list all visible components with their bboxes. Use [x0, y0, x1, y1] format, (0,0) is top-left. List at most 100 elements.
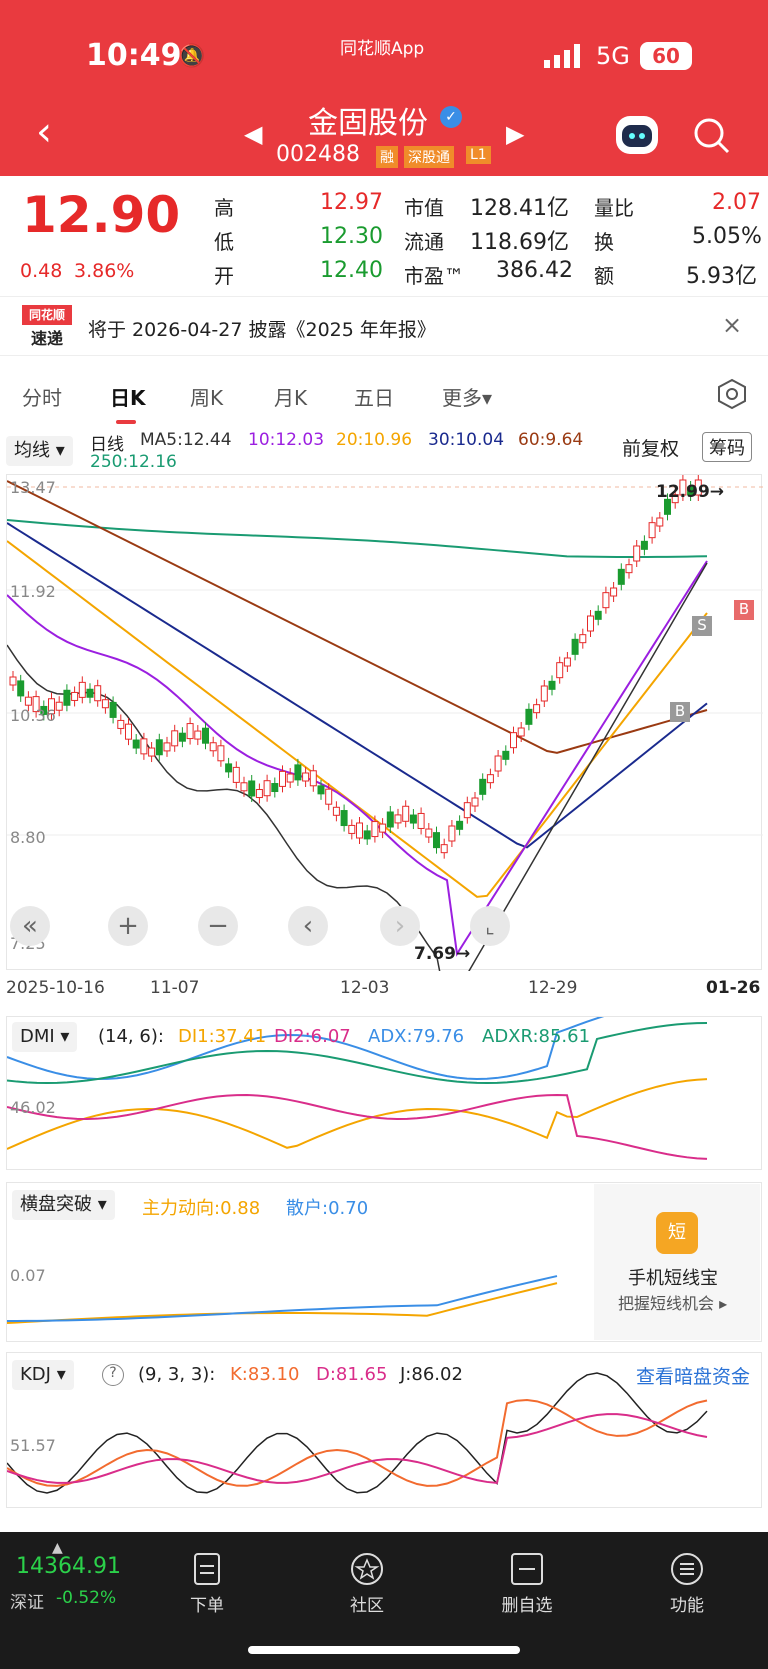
- candle-body: [610, 587, 618, 597]
- y-tick-4: 8.80: [10, 828, 46, 847]
- tab-fiveday[interactable]: 五日: [354, 382, 394, 411]
- candle-body: [363, 830, 371, 840]
- community-button[interactable]: 社区: [322, 1552, 412, 1616]
- ma-selector-label: 均线: [14, 440, 50, 461]
- ma-selector[interactable]: 均线 ▾: [6, 436, 73, 466]
- y-tick-2: 11.92: [10, 582, 56, 601]
- candle-body: [332, 806, 340, 816]
- tab-intraday[interactable]: 分时: [22, 382, 62, 411]
- candle-body: [394, 814, 402, 824]
- retail: 散户:0.70: [286, 1198, 369, 1219]
- dmi-adx: ADX:79.76: [368, 1026, 465, 1047]
- candle-body: [594, 610, 602, 620]
- zoom-in-button[interactable]: +: [108, 906, 148, 946]
- next-stock-icon[interactable]: ▶: [506, 120, 524, 148]
- search-icon[interactable]: [692, 116, 732, 156]
- notice-bar[interactable]: 同花顺 速递 将于 2026-04-27 披露《2025 年年报》 ×: [0, 296, 768, 356]
- candle-body: [178, 732, 186, 742]
- label-high: 高: [214, 196, 234, 220]
- pan-left-button[interactable]: ‹: [288, 906, 328, 946]
- candle-body: [255, 789, 263, 799]
- index-value[interactable]: 14364.91: [16, 1554, 121, 1579]
- candle-body: [471, 797, 479, 807]
- signal-s: S: [692, 616, 712, 636]
- candle-body: [587, 615, 594, 632]
- order-button[interactable]: 下单: [162, 1552, 252, 1616]
- candle-body: [294, 764, 302, 781]
- order-icon: [194, 1553, 220, 1585]
- candle-body: [240, 782, 248, 792]
- candle-body: [194, 730, 202, 740]
- candle-body: [386, 811, 394, 828]
- candle-body: [379, 823, 387, 833]
- rewind-button[interactable]: «: [10, 906, 50, 946]
- menu-icon: [671, 1553, 703, 1585]
- candle-body: [502, 750, 510, 760]
- fullscreen-button[interactable]: ⌞: [470, 906, 510, 946]
- candle-body: [317, 785, 325, 795]
- tab-more[interactable]: 更多▾: [442, 382, 492, 411]
- candle-body: [279, 770, 286, 787]
- zoom-out-button[interactable]: −: [198, 906, 238, 946]
- candle-body: [101, 699, 109, 709]
- adjust-label[interactable]: 前复权: [622, 434, 679, 461]
- function-label: 功能: [670, 1596, 704, 1616]
- label-amount: 额: [594, 264, 614, 288]
- main-force: 主力动向:0.88: [142, 1198, 261, 1219]
- tab-monthly[interactable]: 月K: [274, 382, 307, 411]
- ma5-line: [6, 562, 708, 1011]
- bell-off-icon: 🔕: [178, 44, 206, 69]
- prev-stock-icon[interactable]: ◀: [244, 120, 262, 148]
- back-icon[interactable]: ‹: [36, 112, 52, 152]
- kdj-selector[interactable]: KDJ ▾: [12, 1360, 74, 1390]
- value-turnover: 5.05%: [692, 224, 762, 249]
- dmi-selector[interactable]: DMI ▾: [12, 1022, 78, 1052]
- candle-body: [525, 708, 533, 725]
- candle-body: [517, 727, 525, 737]
- label-float: 流通: [404, 230, 444, 254]
- kline-chart[interactable]: [6, 474, 763, 1011]
- remove-icon: [511, 1553, 543, 1585]
- candle-body: [433, 832, 440, 849]
- candle-body: [109, 701, 117, 718]
- signal-b-1: B: [670, 702, 690, 722]
- breakout-selector[interactable]: 横盘突破 ▾: [12, 1190, 115, 1220]
- close-icon[interactable]: ×: [722, 311, 742, 339]
- candle-body: [571, 638, 579, 655]
- ma20-line: [6, 540, 708, 898]
- settings-hex-icon[interactable]: [716, 378, 748, 414]
- ma60-value: 60:9.64: [518, 430, 584, 450]
- candle-body: [494, 755, 502, 772]
- index-pct: -0.52%: [56, 1588, 117, 1608]
- dark-pool-link[interactable]: 查看暗盘资金: [636, 1362, 750, 1389]
- notice-logo: 同花顺 速递: [22, 305, 72, 349]
- promo-icon: 短: [656, 1212, 698, 1254]
- remove-watchlist-button[interactable]: 删自选: [482, 1552, 572, 1616]
- candle-body: [402, 805, 410, 822]
- candle-body: [232, 766, 240, 783]
- tab-daily[interactable]: 日K: [110, 382, 146, 411]
- pan-right-button[interactable]: ›: [380, 906, 420, 946]
- promo-card[interactable]: 短 手机短线宝 把握短线机会 ▸: [594, 1184, 760, 1340]
- tab-weekly[interactable]: 周K: [190, 382, 223, 411]
- notice-logo-bottom: 速递: [30, 329, 63, 348]
- candle-body: [125, 723, 132, 740]
- function-button[interactable]: 功能: [642, 1552, 732, 1616]
- candle-body: [563, 657, 571, 667]
- order-label: 下单: [190, 1596, 224, 1616]
- robot-icon[interactable]: [616, 116, 658, 154]
- help-icon[interactable]: ?: [102, 1364, 124, 1386]
- candle-body: [209, 742, 217, 752]
- d-line: [6, 1413, 708, 1484]
- label-open: 开: [214, 264, 234, 288]
- candle-body: [356, 822, 363, 839]
- label-pe: 市盈™: [404, 264, 464, 288]
- candle-body: [556, 662, 564, 679]
- candle-body: [71, 691, 79, 701]
- candle-body: [63, 689, 71, 706]
- status-app: 同花顺App: [340, 39, 425, 59]
- chip-button[interactable]: 筹码: [702, 432, 752, 462]
- candle-body: [271, 783, 279, 793]
- dmi-di2: DI2:6.07: [274, 1026, 351, 1047]
- promo-icon-text: 短: [668, 1222, 686, 1243]
